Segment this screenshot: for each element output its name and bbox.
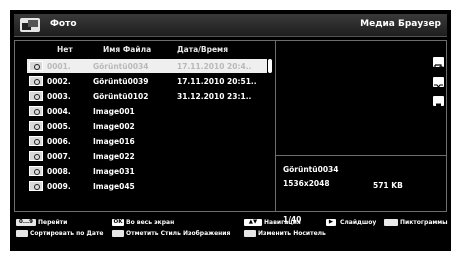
file-number: 0004. xyxy=(47,107,71,116)
file-row[interactable]: 0007. Image022 xyxy=(27,149,267,163)
file-number: 0003. xyxy=(47,92,71,101)
slideshow-label: Слайдшоу xyxy=(340,219,377,226)
image-file-icon xyxy=(29,136,43,146)
help-bar: 0...9 Перейти OK Во весь экран ▲▼ Навига… xyxy=(10,216,451,251)
file-name: Image016 xyxy=(93,137,135,146)
image-file-icon xyxy=(29,61,43,71)
details-divider xyxy=(276,155,447,156)
file-number: 0009. xyxy=(47,182,71,191)
file-number: 0008. xyxy=(47,167,71,176)
file-row[interactable]: 0001. Görüntü0034 17.11.2010 20:4.. xyxy=(27,59,267,73)
file-row[interactable]: 0009. Image045 xyxy=(27,179,267,193)
panel-divider xyxy=(275,41,276,211)
file-browser-panel: Нет Имя Файла Дата/Время 0001. Görüntü00… xyxy=(14,40,447,224)
repeat-icon[interactable] xyxy=(433,57,444,70)
media-browser-screen: Фото Медиа Браузер Нет Имя Файла Дата/Вр… xyxy=(10,10,451,251)
file-number: 0005. xyxy=(47,122,71,131)
file-date: 31.12.2010 23:1.. xyxy=(177,92,252,101)
app-name: Медиа Браузер xyxy=(360,19,441,29)
file-row[interactable]: 0003. Görüntü0102 31.12.2010 23:1.. xyxy=(27,89,267,103)
column-header-filename: Имя Файла xyxy=(103,45,152,54)
column-header-number: Нет xyxy=(57,45,73,54)
file-number: 0007. xyxy=(47,152,71,161)
file-name: Image031 xyxy=(93,167,135,176)
scrollbar-thumb[interactable] xyxy=(268,59,272,73)
column-header-datetime: Дата/Время xyxy=(177,45,229,54)
yellow-key-icon xyxy=(384,219,398,226)
file-row[interactable]: 0008. Image031 xyxy=(27,164,267,178)
image-file-icon xyxy=(29,151,43,161)
thumbnails-label: Пиктограммы xyxy=(400,219,448,226)
file-name: Image022 xyxy=(93,152,135,161)
green-key-icon xyxy=(112,230,124,237)
file-name: Image045 xyxy=(93,182,135,191)
red-key-icon xyxy=(16,230,28,237)
page-title: Фото xyxy=(50,19,77,29)
shuffle-icon[interactable] xyxy=(433,77,444,90)
file-row[interactable]: 0006. Image016 xyxy=(27,134,267,148)
image-file-icon xyxy=(29,121,43,131)
navigation-label: Навигация xyxy=(264,219,301,226)
image-file-icon xyxy=(29,91,43,101)
file-date: 17.11.2010 20:51.. xyxy=(177,77,257,86)
file-row[interactable]: 0004. Image001 xyxy=(27,104,267,118)
change-media-label: Изменить Носитель xyxy=(258,230,326,237)
scrollbar[interactable] xyxy=(268,59,272,195)
file-name: Görüntü0034 xyxy=(93,62,149,71)
image-resolution: 1536x2048 xyxy=(283,179,330,188)
ok-key-icon: OK xyxy=(112,219,124,226)
stop-icon[interactable] xyxy=(433,96,444,109)
image-style-label: Отметить Стиль Изображения xyxy=(126,230,231,237)
file-name: Görüntü0039 xyxy=(93,77,149,86)
file-name: Image001 xyxy=(93,107,135,116)
numeric-keys-icon: 0...9 xyxy=(16,219,36,226)
photo-icon xyxy=(20,18,40,32)
play-key-icon: ▶ xyxy=(326,219,336,226)
selected-filename: Görüntü0034 xyxy=(283,165,339,174)
file-name: Image002 xyxy=(93,122,135,131)
file-number: 0006. xyxy=(47,137,71,146)
navigation-keys-icon: ▲▼ xyxy=(244,219,262,226)
file-date: 17.11.2010 20:4.. xyxy=(177,62,252,71)
file-row[interactable]: 0005. Image002 xyxy=(27,119,267,133)
file-row[interactable]: 0002. Görüntü0039 17.11.2010 20:51.. xyxy=(27,74,267,88)
file-name: Görüntü0102 xyxy=(93,92,149,101)
file-size: 571 KB xyxy=(373,181,403,190)
file-number: 0001. xyxy=(47,62,71,71)
blue-key-icon xyxy=(244,230,256,237)
sort-by-date-label: Сортировать по Дате xyxy=(30,230,104,237)
image-file-icon xyxy=(29,106,43,116)
file-number: 0002. xyxy=(47,77,71,86)
title-bar: Фото Медиа Браузер xyxy=(14,14,447,37)
image-file-icon xyxy=(29,166,43,176)
image-file-icon xyxy=(29,181,43,191)
goto-label: Перейти xyxy=(38,219,68,226)
image-file-icon xyxy=(29,76,43,86)
fullscreen-label: Во весь экран xyxy=(126,219,175,226)
